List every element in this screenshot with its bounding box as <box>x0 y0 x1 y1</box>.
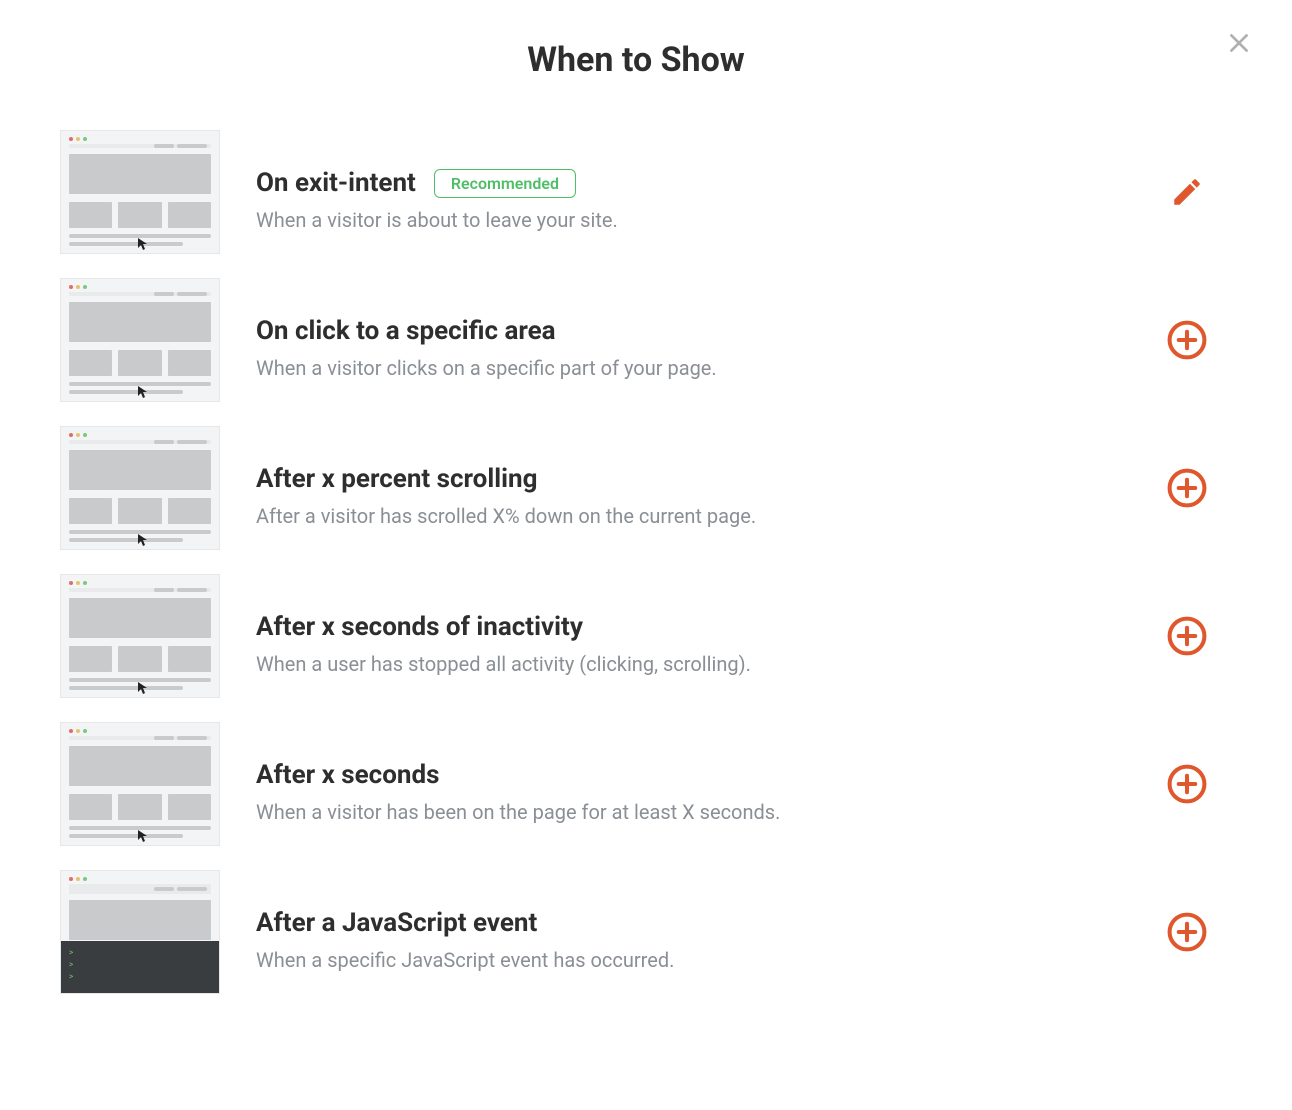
trigger-body: On exit-intent Recommended When a visito… <box>256 152 1126 232</box>
trigger-description: When a visitor clicks on a specific part… <box>256 356 1126 380</box>
add-trigger-button[interactable] <box>1162 611 1212 661</box>
when-to-show-modal: When to Show On exit-intent Recommended … <box>0 0 1292 1110</box>
trigger-row-inactivity: After x seconds of inactivity When a use… <box>60 574 1212 698</box>
trigger-row-seconds: After x seconds When a visitor has been … <box>60 722 1212 846</box>
trigger-row-exit-intent: On exit-intent Recommended When a visito… <box>60 130 1212 254</box>
trigger-description: When a visitor has been on the page for … <box>256 800 1126 824</box>
edit-trigger-button[interactable] <box>1162 167 1212 217</box>
trigger-thumbnail <box>60 722 220 846</box>
trigger-description: When a visitor is about to leave your si… <box>256 208 1126 232</box>
close-button[interactable] <box>1226 30 1252 56</box>
close-icon <box>1226 30 1252 56</box>
trigger-thumbnail <box>60 130 220 254</box>
trigger-body: After x seconds of inactivity When a use… <box>256 596 1126 676</box>
trigger-body: After x percent scrolling After a visito… <box>256 448 1126 528</box>
add-trigger-button[interactable] <box>1162 907 1212 957</box>
trigger-title: After x percent scrolling <box>256 464 537 494</box>
trigger-description: After a visitor has scrolled X% down on … <box>256 504 1126 528</box>
plus-circle-icon <box>1165 762 1209 806</box>
trigger-thumbnail <box>60 574 220 698</box>
trigger-body: After x seconds When a visitor has been … <box>256 744 1126 824</box>
trigger-row-scroll-percent: After x percent scrolling After a visito… <box>60 426 1212 550</box>
plus-circle-icon <box>1165 614 1209 658</box>
trigger-title: On exit-intent <box>256 168 416 198</box>
trigger-body: After a JavaScript event When a specific… <box>256 892 1126 972</box>
trigger-thumbnail <box>60 278 220 402</box>
trigger-list: On exit-intent Recommended When a visito… <box>60 130 1212 994</box>
plus-circle-icon <box>1165 318 1209 362</box>
add-trigger-button[interactable] <box>1162 759 1212 809</box>
add-trigger-button[interactable] <box>1162 315 1212 365</box>
plus-circle-icon <box>1165 466 1209 510</box>
trigger-description: When a user has stopped all activity (cl… <box>256 652 1126 676</box>
trigger-row-click-area: On click to a specific area When a visit… <box>60 278 1212 402</box>
trigger-description: When a specific JavaScript event has occ… <box>256 948 1126 972</box>
plus-circle-icon <box>1165 910 1209 954</box>
trigger-title: On click to a specific area <box>256 316 556 346</box>
add-trigger-button[interactable] <box>1162 463 1212 513</box>
trigger-thumbnail: > > > <box>60 870 220 994</box>
trigger-body: On click to a specific area When a visit… <box>256 300 1126 380</box>
trigger-row-js-event: > > > After a JavaScript event When a sp… <box>60 870 1212 994</box>
trigger-thumbnail <box>60 426 220 550</box>
trigger-title: After x seconds <box>256 760 439 790</box>
recommended-badge: Recommended <box>434 169 576 198</box>
trigger-title: After a JavaScript event <box>256 908 537 938</box>
pencil-icon <box>1170 175 1204 209</box>
modal-title: When to Show <box>60 40 1212 80</box>
trigger-title: After x seconds of inactivity <box>256 612 583 642</box>
